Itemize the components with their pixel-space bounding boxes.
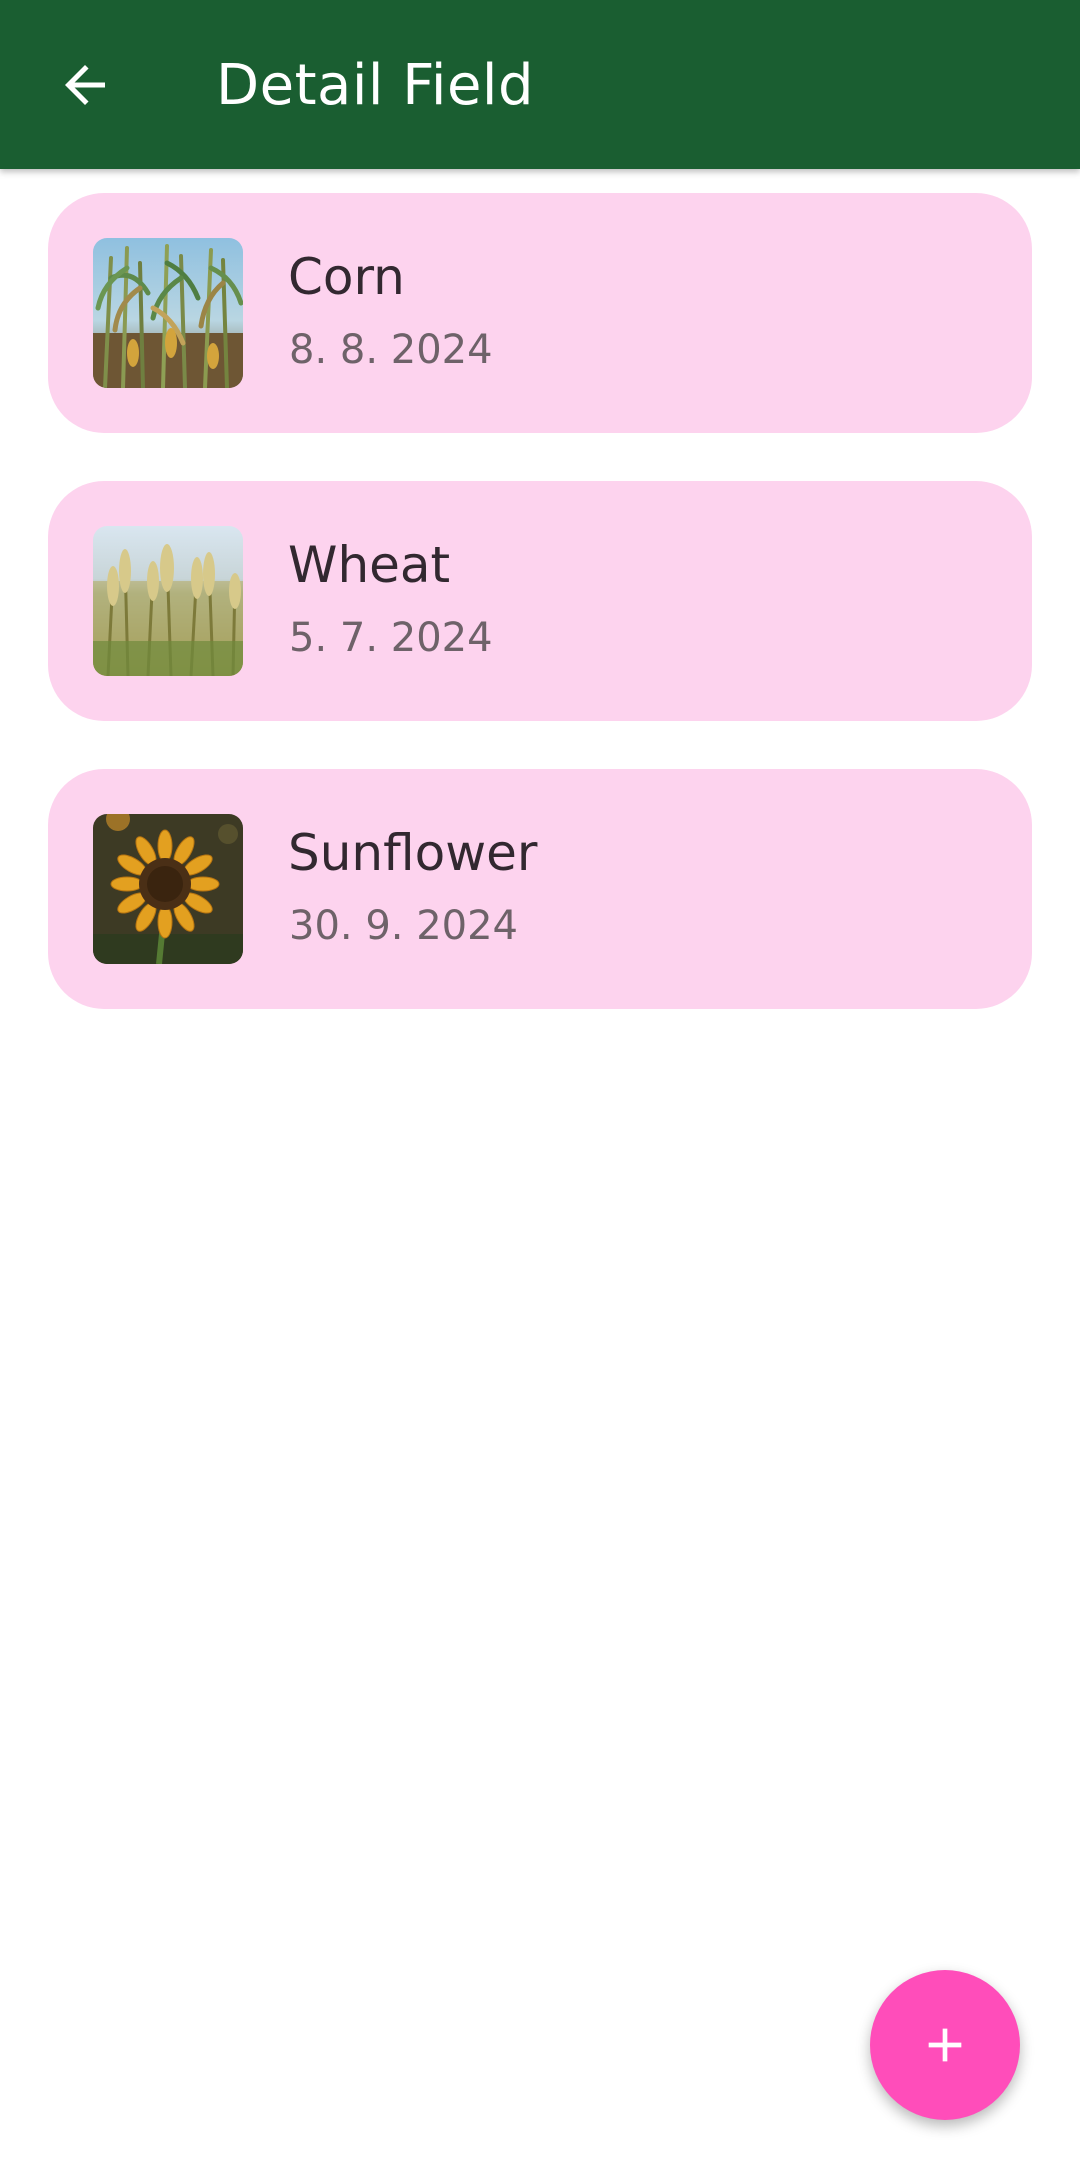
- crop-date: 5. 7. 2024: [289, 615, 493, 661]
- app-bar: Detail Field: [0, 0, 1080, 169]
- wheat-field-photo: [93, 526, 243, 676]
- add-crop-button[interactable]: [870, 1970, 1020, 2120]
- sunflower-photo: [93, 814, 243, 964]
- crop-name: Wheat: [288, 536, 451, 594]
- crop-card-sunflower[interactable]: Sunflower 30. 9. 2024: [48, 769, 1032, 1009]
- crop-date: 30. 9. 2024: [289, 903, 519, 949]
- page-title: Detail Field: [216, 53, 535, 118]
- crop-list: Corn 8. 8. 2024 Wheat 5. 7. 2024 Sunflow…: [48, 193, 1032, 1057]
- crop-name: Corn: [288, 248, 405, 306]
- arrow-back-icon: [65, 65, 105, 105]
- crop-date: 8. 8. 2024: [289, 327, 493, 373]
- corn-field-photo: [93, 238, 243, 388]
- crop-card-corn[interactable]: Corn 8. 8. 2024: [48, 193, 1032, 433]
- crop-card-wheat[interactable]: Wheat 5. 7. 2024: [48, 481, 1032, 721]
- plus-icon: [928, 2028, 962, 2062]
- crop-name: Sunflower: [288, 824, 538, 882]
- back-button[interactable]: [40, 40, 130, 130]
